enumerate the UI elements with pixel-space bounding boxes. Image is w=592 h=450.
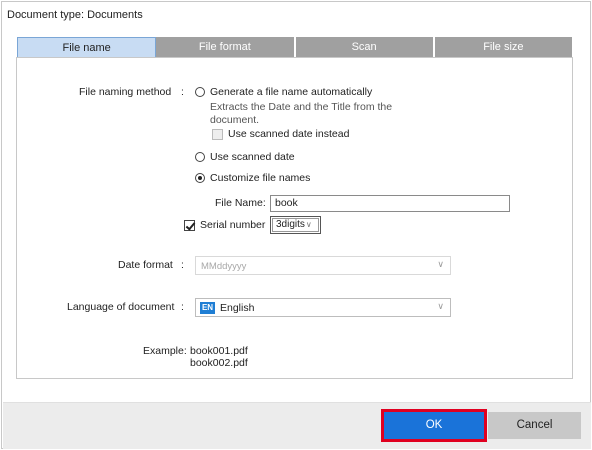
dialog-footer: OK Cancel (3, 402, 591, 449)
save-settings-dialog: Document type: Documents File name File … (1, 1, 591, 449)
file-name-panel: File naming method : Generate a file nam… (16, 57, 573, 379)
serial-number-label[interactable]: Serial number (200, 219, 265, 231)
en-language-icon: EN (200, 302, 215, 314)
language-label: Language of document (67, 301, 175, 313)
auto-name-label[interactable]: Generate a file name automatically (210, 86, 372, 98)
date-format-separator: : (181, 259, 184, 271)
auto-name-description-line1: Extracts the Date and the Title from the (210, 101, 393, 113)
file-name-label: File Name: (215, 197, 266, 209)
tab-file-name[interactable]: File name (17, 37, 157, 57)
ok-button[interactable]: OK (381, 409, 487, 442)
serial-number-checkbox[interactable] (184, 220, 195, 231)
tab-file-size[interactable]: File size (434, 37, 572, 57)
chevron-down-icon: ∨ (305, 220, 312, 229)
language-value: English (220, 302, 255, 314)
file-name-input[interactable]: book (270, 195, 510, 212)
tab-bar: File name File format Scan File size (17, 37, 572, 57)
date-format-value: MMddyyyy (201, 261, 247, 272)
serial-digits-value: 3digits (276, 219, 305, 230)
date-format-label: Date format (118, 259, 173, 271)
customize-file-names-label[interactable]: Customize file names (210, 172, 310, 184)
file-naming-method-label: File naming method (79, 86, 172, 98)
cancel-button[interactable]: Cancel (488, 412, 581, 439)
use-scanned-date-instead-label: Use scanned date instead (228, 128, 350, 140)
date-format-select[interactable]: MMddyyyy ∨ (195, 256, 451, 275)
customize-file-names-radio[interactable] (195, 173, 205, 183)
use-scanned-date-label[interactable]: Use scanned date (210, 151, 295, 163)
auto-name-radio[interactable] (195, 87, 205, 97)
auto-name-description-line2: document. (210, 114, 260, 126)
tab-scan[interactable]: Scan (295, 37, 435, 57)
example-line2: book002.pdf (190, 357, 248, 369)
language-separator: : (181, 301, 184, 313)
document-type-label: Document type: Documents (7, 9, 143, 21)
file-naming-separator: : (181, 86, 184, 98)
language-select[interactable]: EN English ∨ (195, 298, 451, 317)
use-scanned-date-radio[interactable] (195, 152, 205, 162)
serial-digits-select[interactable]: 3digits∨ (270, 216, 321, 234)
chevron-down-icon: ∨ (437, 259, 444, 269)
example-label: Example: (143, 345, 187, 357)
tab-file-format[interactable]: File format (156, 37, 296, 57)
use-scanned-date-instead-checkbox[interactable] (212, 129, 223, 140)
example-line1: book001.pdf (190, 345, 248, 357)
chevron-down-icon: ∨ (437, 301, 444, 311)
